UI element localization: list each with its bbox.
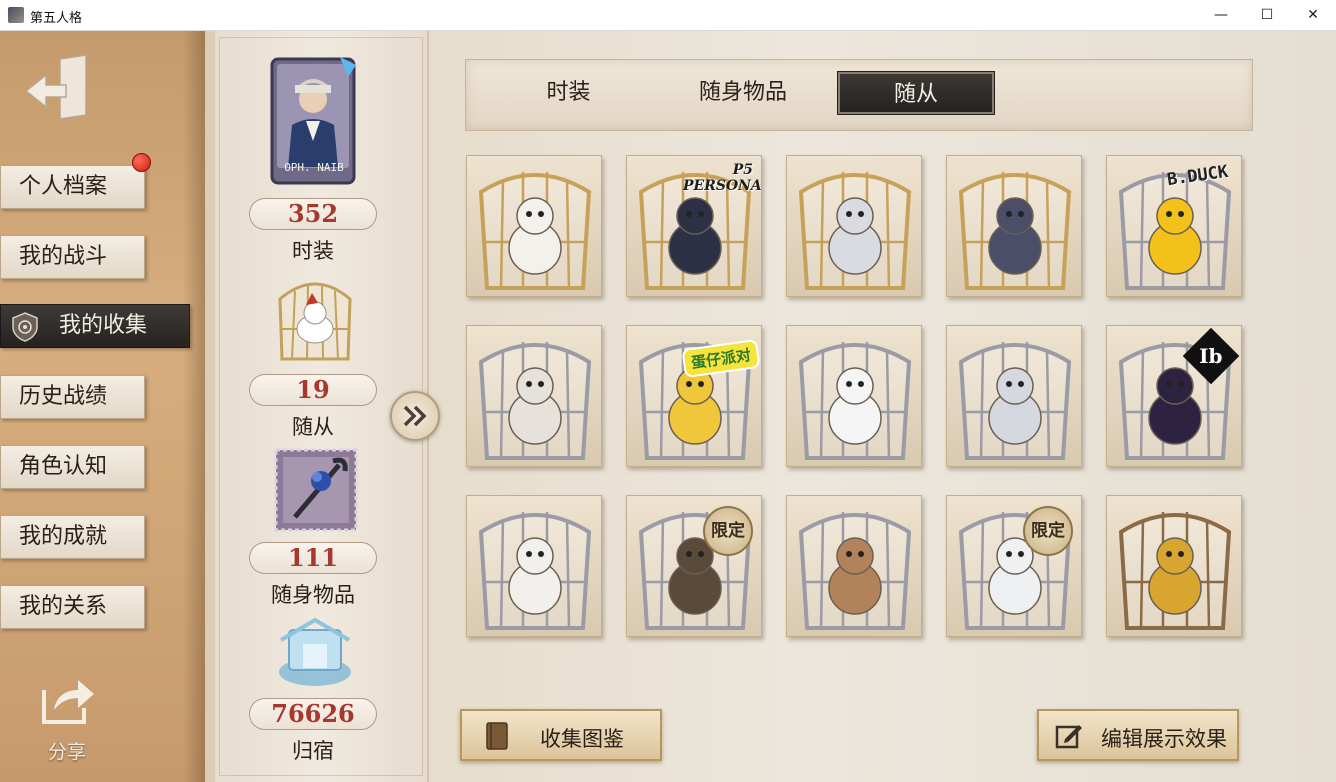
menu-history[interactable]: 历史战绩: [0, 375, 145, 419]
accessory-thumbnail[interactable]: [273, 447, 359, 533]
masked-bird-pet-icon: [958, 172, 1072, 290]
game-screen: 个人档案 我的战斗 我的收集 历史战绩 角色认知 我的成就 我的关系 分享 OP…: [0, 31, 1336, 782]
home-count: 76626: [249, 698, 377, 730]
masked-bird-pet-card[interactable]: [946, 155, 1082, 297]
menu-achievements[interactable]: 我的成就: [0, 515, 145, 559]
blue-doll-pet-card[interactable]: Ib: [1106, 325, 1242, 467]
horse-pet-card[interactable]: [946, 325, 1082, 467]
expand-chevron-icon[interactable]: [390, 391, 440, 441]
duck-pet-card[interactable]: B.DUCK: [1106, 155, 1242, 297]
bunny-pet-card[interactable]: [466, 325, 602, 467]
silver-doll-pet-icon: [798, 172, 912, 290]
crowned-cat-pet-card[interactable]: [786, 495, 922, 637]
menu-relations[interactable]: 我的关系: [0, 585, 145, 629]
menu-my-collection-label: 我的收集: [59, 313, 148, 338]
collection-book-label: 收集图鉴: [540, 727, 624, 751]
close-button[interactable]: ✕: [1290, 0, 1336, 30]
white-fox-pet-icon: [478, 172, 592, 290]
edit-display-button[interactable]: 编辑展示效果: [1037, 709, 1239, 761]
character-portrait[interactable]: OPH. NAIB: [270, 57, 360, 187]
gramophone-pet-icon: [1118, 512, 1232, 630]
gramophone-pet-card[interactable]: [1106, 495, 1242, 637]
white-fox-pet-card[interactable]: [466, 155, 602, 297]
window-titlebar: 第五人格 — ☐ ✕: [0, 0, 1336, 31]
book-icon: [484, 721, 512, 756]
accessory-count: 111: [249, 542, 377, 574]
tab-accessories[interactable]: 随身物品: [678, 72, 808, 114]
menu-profile[interactable]: 个人档案: [0, 165, 145, 209]
app-icon: [8, 7, 24, 23]
yellow-egg-pet-card[interactable]: 蛋仔派对: [626, 325, 762, 467]
fat-cat-pet-icon: [478, 512, 592, 630]
white-spirit-pet-card[interactable]: 限定: [946, 495, 1082, 637]
pet-label: 随从: [292, 415, 334, 439]
maximize-button[interactable]: ☐: [1244, 0, 1290, 30]
share-label: 分享: [47, 741, 86, 763]
back-exit-icon[interactable]: [22, 53, 94, 125]
pet-count: 19: [249, 374, 377, 406]
edit-icon: [1055, 723, 1083, 754]
pet-badge: P5 PERSONA5: [683, 162, 762, 194]
morgana-pet-card[interactable]: P5 PERSONA5: [626, 155, 762, 297]
window-title: 第五人格: [30, 11, 83, 26]
pet-thumbnail[interactable]: [270, 269, 360, 364]
left-menu: 个人档案 我的战斗 我的收集 历史战绩 角色认知 我的成就 我的关系 分享: [0, 31, 205, 782]
pet-badge: 限定: [703, 506, 753, 556]
tree-creature-pet-card[interactable]: 限定: [626, 495, 762, 637]
menu-character-cognition[interactable]: 角色认知: [0, 445, 145, 489]
horse-pet-icon: [958, 342, 1072, 460]
home-label: 归宿: [292, 739, 334, 763]
edit-display-label: 编辑展示效果: [1101, 727, 1227, 751]
notification-dot: [132, 153, 151, 172]
accessory-label: 随身物品: [271, 583, 355, 607]
panda-pet-icon: [798, 342, 912, 460]
minimize-button[interactable]: —: [1198, 0, 1244, 30]
shield-emblem-icon: [9, 311, 41, 343]
category-tabs: 时装 随身物品 随从: [465, 59, 1253, 131]
tab-outfits[interactable]: 时装: [506, 72, 631, 114]
share-icon[interactable]: [38, 676, 98, 730]
pet-badge: 限定: [1023, 506, 1073, 556]
crowned-cat-pet-icon: [798, 512, 912, 630]
bunny-pet-icon: [478, 342, 592, 460]
panda-pet-card[interactable]: [786, 325, 922, 467]
fat-cat-pet-card[interactable]: [466, 495, 602, 637]
tab-pets[interactable]: 随从: [838, 72, 994, 114]
silver-doll-pet-card[interactable]: [786, 155, 922, 297]
home-thumbnail[interactable]: [275, 616, 355, 690]
collection-book-button[interactable]: 收集图鉴: [460, 709, 662, 761]
menu-my-collection[interactable]: 我的收集: [0, 304, 190, 348]
menu-my-battles[interactable]: 我的战斗: [0, 235, 145, 279]
outfit-label: 时装: [292, 239, 334, 263]
outfit-count: 352: [249, 198, 377, 230]
portrait-name: OPH. NAIB: [284, 161, 344, 174]
